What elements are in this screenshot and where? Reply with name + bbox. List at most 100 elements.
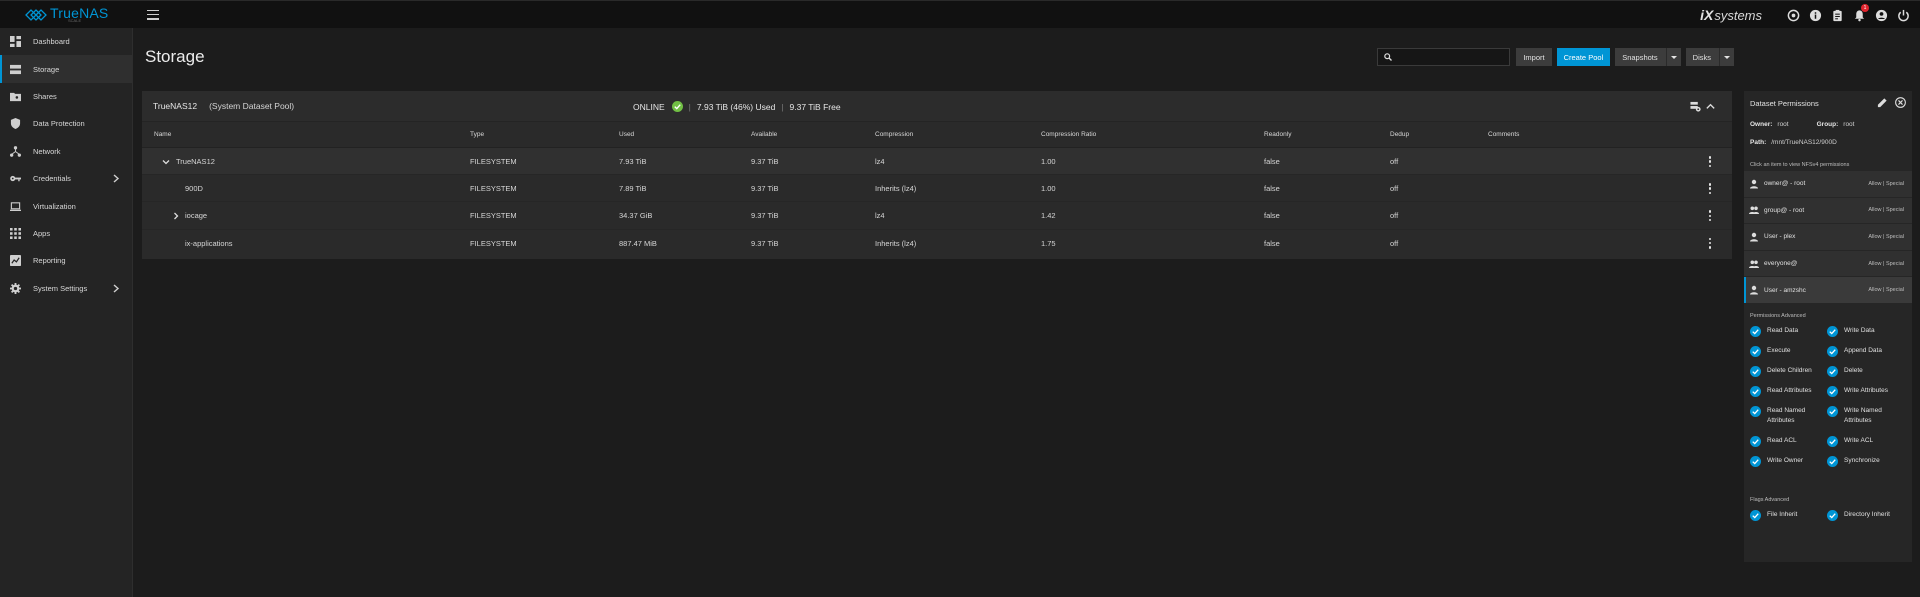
chevron-down-icon[interactable] [1720,48,1734,66]
column-compression[interactable]: Compression [875,131,913,138]
chevron-down-icon[interactable] [162,158,170,166]
path-value: /mnt/TrueNAS12/900D [1771,138,1837,146]
main-content: Storage Import Create Pool Snapshots Dis… [133,28,1742,597]
ace-item[interactable]: User - plex Allow | Special [1744,224,1912,251]
column-available[interactable]: Available [751,131,777,138]
close-icon[interactable] [1895,97,1906,108]
more-vert-icon[interactable] [1708,210,1712,222]
owner-label: Owner: [1750,120,1773,128]
check-circle-icon [1827,405,1838,417]
sidebar-item-dashboard[interactable]: Dashboard [0,28,132,55]
column-compression-ratio[interactable]: Compression Ratio [1041,131,1096,138]
table-row[interactable]: ix-applications FILESYSTEM 887.47 MiB 9.… [142,230,1732,257]
sidebar-item-storage[interactable]: Storage [0,55,132,84]
flags-grid: File Inherit Directory Inherit [1744,507,1912,527]
sidebar-item-virtualization[interactable]: Virtualization [0,192,132,219]
sidebar-item-label: System Settings [33,283,88,293]
person-icon [1750,285,1758,295]
sidebar-item-shares[interactable]: Shares [0,83,132,110]
power-icon[interactable] [1892,1,1914,29]
ace-item[interactable]: everyone@ Allow | Special [1744,250,1912,278]
sidebar-item-label: Virtualization [33,201,76,211]
table-header: Name Type Used Available Compression Com… [142,122,1732,148]
column-readonly[interactable]: Readonly [1264,131,1291,138]
menu-toggle-icon[interactable] [147,9,159,20]
disks-button[interactable]: Disks [1685,48,1734,66]
permission-label: Read ACL [1767,436,1797,444]
help-icon[interactable] [1804,1,1826,29]
more-vert-icon[interactable] [1708,156,1712,167]
sidebar-item-credentials[interactable]: Credentials [0,165,132,192]
brand-sub: SCALE [68,18,82,23]
sidebar-item-network[interactable]: Network [0,138,132,165]
pool-free: 9.37 TiB Free [789,101,841,112]
page-title: Storage [145,47,205,66]
laptop-icon [9,200,21,212]
ace-who: User - plex [1764,233,1796,241]
check-circle-icon [1750,325,1761,337]
column-comments[interactable]: Comments [1488,131,1519,138]
column-dedup[interactable]: Dedup [1390,131,1409,138]
search-input[interactable] [1396,52,1507,62]
check-circle-icon [1827,435,1838,447]
storage-icon [9,63,21,75]
sidebar-item-label: Shares [33,91,57,101]
ace-perm: Allow | Special [1868,260,1904,267]
group-icon [1749,260,1759,268]
sidebar-item-apps[interactable]: Apps [0,220,132,247]
snapshots-button[interactable]: Snapshots [1615,48,1681,66]
table-row[interactable]: iocage FILESYSTEM 34.37 GiB 9.37 TiB lz4… [142,202,1732,230]
column-used[interactable]: Used [619,131,634,138]
permission-label: Append Data [1844,346,1882,354]
search-box[interactable] [1377,48,1511,66]
more-vert-icon[interactable] [1708,237,1712,249]
sidebar-item-label: Storage [33,64,60,74]
sidebar-item-data-protection[interactable]: Data Protection [0,110,132,137]
column-name[interactable]: Name [154,131,171,138]
truenas-logo[interactable]: TrueNAS SCALE [0,1,133,29]
sidebar: Dashboard Storage Shares Data Protection… [0,28,133,597]
chevron-up-icon[interactable] [1705,101,1716,112]
chevron-down-icon[interactable] [1667,48,1681,66]
group-label: Group: [1816,120,1839,128]
pool-name: TrueNAS12 [153,101,198,111]
truenas-logo-icon [25,8,47,21]
check-circle-icon [1827,509,1838,521]
edit-pencil-icon[interactable] [1877,97,1888,108]
ace-perm: Allow | Special [1868,233,1904,240]
ace-item[interactable]: owner@ - root Allow | Special [1744,171,1912,198]
pool-used: 7.93 TiB (46%) Used [696,101,776,112]
chevron-right-icon[interactable] [172,212,180,220]
check-circle-icon [671,101,683,112]
search-icon [1384,53,1393,61]
permission-label: Write Owner [1767,456,1803,464]
task-manager-icon[interactable] [1826,1,1848,29]
check-circle-icon [1750,385,1761,397]
dataset-name: TrueNAS12 [176,156,215,166]
truecommand-icon[interactable] [1782,1,1804,29]
apps-grid-icon [9,227,21,239]
ace-item-selected[interactable]: User - amzshc Allow | Special [1744,277,1912,304]
notifications-bell-icon[interactable]: 1 [1848,1,1870,29]
column-type[interactable]: Type [470,131,484,138]
permission-label: Write Attributes [1844,386,1888,394]
table-row[interactable]: 900D FILESYSTEM 7.89 TiB 9.37 TiB Inheri… [142,175,1732,203]
sidebar-item-system-settings[interactable]: System Settings [0,275,132,302]
check-circle-icon [1827,385,1838,397]
pool-card: TrueNAS12 (System Dataset Pool) ONLINE |… [142,91,1732,259]
ace-perm: Allow | Special [1868,287,1904,294]
dataset-name: 900D [185,183,203,193]
create-pool-button[interactable]: Create Pool [1556,48,1611,66]
ace-item[interactable]: group@ - root Allow | Special [1744,197,1912,225]
flag-label: File Inherit [1767,510,1798,518]
ix-systems-logo[interactable]: iX systems [1700,7,1762,23]
pool-operations-icon[interactable] [1690,101,1701,112]
sidebar-item-reporting[interactable]: Reporting [0,247,132,274]
account-icon[interactable] [1870,1,1892,29]
dataset-name: ix-applications [185,238,233,248]
import-button[interactable]: Import [1516,48,1552,66]
check-circle-icon [1827,455,1838,467]
panel-hint: Click an item to view NFSv4 permissions [1750,162,1850,168]
more-vert-icon[interactable] [1708,183,1712,195]
table-row[interactable]: TrueNAS12 FILESYSTEM 7.93 TiB 9.37 TiB l… [142,148,1732,176]
